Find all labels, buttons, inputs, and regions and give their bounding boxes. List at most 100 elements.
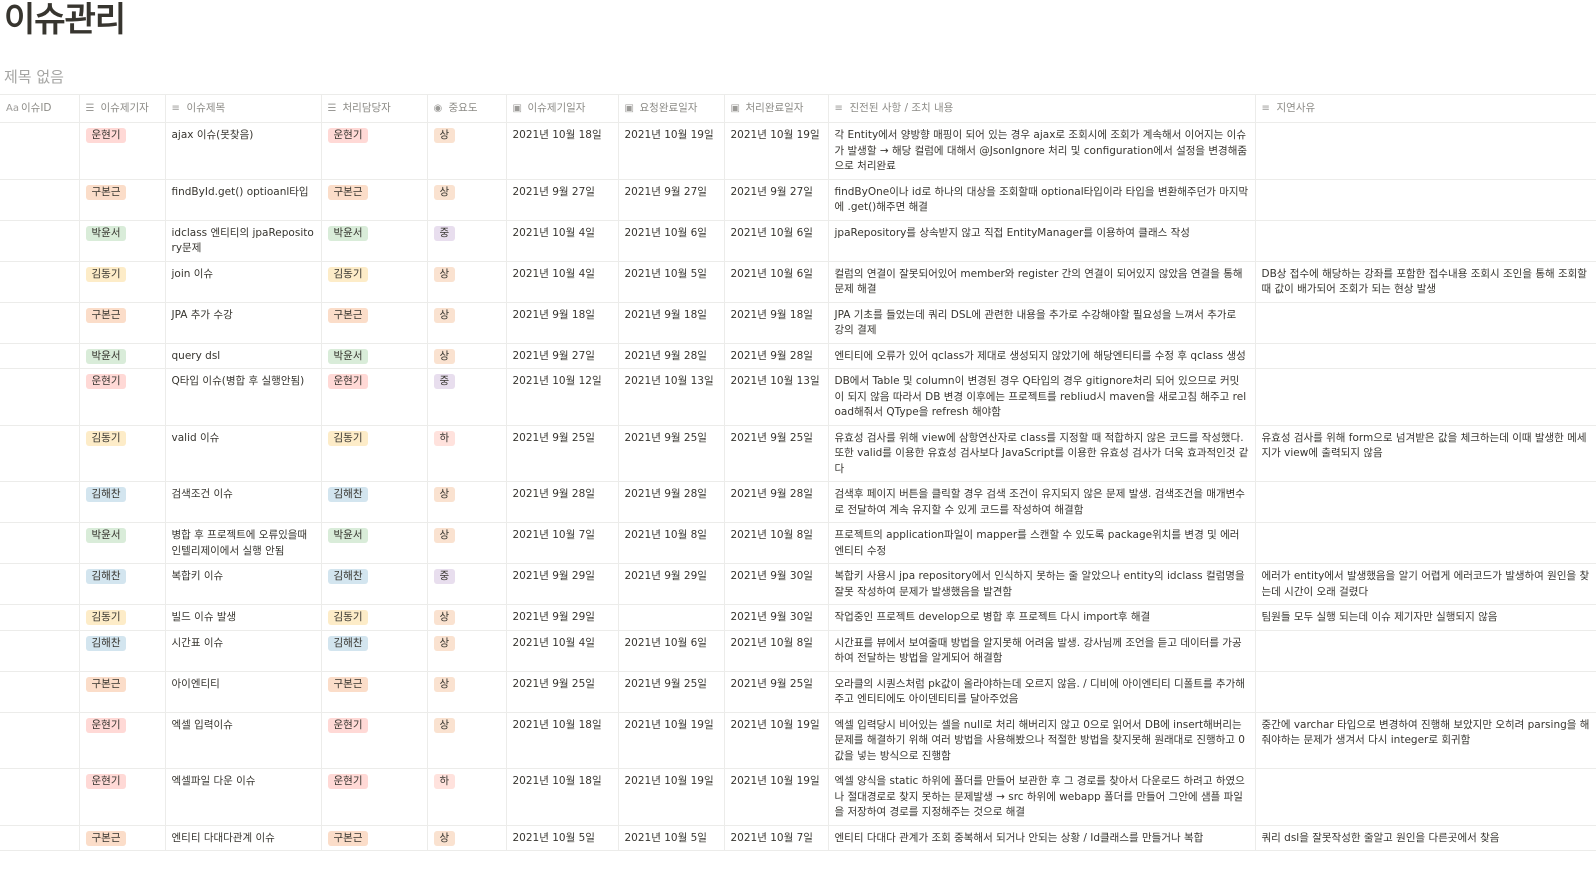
table-row[interactable]: 김동기 빌드 이슈 발생 김동기 상 2021년 9월 29일 2021년 9월 30일 …: [0, 604, 1596, 631]
issue-id-cell[interactable]: [0, 179, 80, 221]
progress-cell[interactable]: jpaRepository를 상속받지 않고 직접 EntityManager를…: [828, 220, 1256, 262]
requested-date-cell[interactable]: 2021년 10월 19일: [618, 122, 725, 180]
table-row[interactable]: 구본근 엔티티 다대다관계 이슈 구본근 상 2021년 10월 5일 2021년 10월…: [0, 825, 1596, 851]
priority-cell[interactable]: 하: [427, 768, 507, 826]
owner-cell[interactable]: 구본근: [321, 825, 428, 851]
delay-reason-cell[interactable]: [1255, 671, 1596, 713]
issue-id-cell[interactable]: [0, 220, 80, 262]
owner-cell[interactable]: 김해찬: [321, 481, 428, 523]
reporter-cell[interactable]: 김해찬: [79, 563, 166, 605]
owner-cell[interactable]: 운현기: [321, 768, 428, 826]
progress-cell[interactable]: 작업중인 프로젝트 develop으로 병합 후 프로젝트 다시 import후…: [828, 604, 1256, 631]
requested-date-cell[interactable]: [618, 604, 725, 631]
column-header-8[interactable]: ≡ 진전된 사항 / 조치 내용: [828, 94, 1256, 123]
reporter-cell[interactable]: 김동기: [79, 261, 166, 303]
issue-id-cell[interactable]: [0, 122, 80, 180]
table-row[interactable]: 박윤서 idclass 엔티티의 jpaRepository문제 박윤서 중 2021년…: [0, 220, 1596, 262]
table-row[interactable]: 운현기 Q타입 이슈(병합 후 실행안됨) 운현기 중 2021년 10월 12일 202…: [0, 368, 1596, 426]
issue-title-cell[interactable]: 검색조건 이슈: [165, 481, 322, 523]
requested-date-cell[interactable]: 2021년 10월 5일: [618, 261, 725, 303]
requested-date-cell[interactable]: 2021년 10월 5일: [618, 825, 725, 851]
priority-cell[interactable]: 상: [427, 604, 507, 631]
priority-cell[interactable]: 하: [427, 425, 507, 482]
progress-cell[interactable]: 엔티티 다대다 관계가 조회 중복해서 되거나 안되는 상황 / Id클래스를 …: [828, 825, 1256, 851]
owner-cell[interactable]: 김동기: [321, 425, 428, 482]
table-row[interactable]: 구본근 JPA 추가 수강 구본근 상 2021년 9월 18일 2021년 9월 18일…: [0, 302, 1596, 344]
priority-cell[interactable]: 상: [427, 712, 507, 769]
requested-date-cell[interactable]: 2021년 10월 19일: [618, 712, 725, 769]
owner-cell[interactable]: 박윤서: [321, 220, 428, 262]
progress-cell[interactable]: 각 Entity에서 양방향 매핑이 되어 있는 경우 ajax로 조회시에 조…: [828, 122, 1256, 180]
requested-date-cell[interactable]: 2021년 9월 25일: [618, 671, 725, 713]
issue-id-cell[interactable]: [0, 522, 80, 564]
reporter-cell[interactable]: 구본근: [79, 825, 166, 851]
table-row[interactable]: 운현기 엑셀 입력이슈 운현기 상 2021년 10월 18일 2021년 10월 19일…: [0, 712, 1596, 769]
column-header-9[interactable]: ≡ 지연사유: [1255, 94, 1596, 123]
priority-cell[interactable]: 상: [427, 522, 507, 564]
priority-cell[interactable]: 중: [427, 220, 507, 262]
table-row[interactable]: 김해찬 시간표 이슈 김해찬 상 2021년 10월 4일 2021년 10월 6일 202…: [0, 630, 1596, 672]
priority-cell[interactable]: 상: [427, 481, 507, 523]
requested-date-cell[interactable]: 2021년 9월 18일: [618, 302, 725, 344]
progress-cell[interactable]: 시간표를 뷰에서 보여줄때 방법을 알지못해 어려움 발생. 강사님께 조언을 …: [828, 630, 1256, 672]
raised-date-cell[interactable]: 2021년 10월 7일: [506, 522, 619, 564]
issue-title-cell[interactable]: 복합키 이슈: [165, 563, 322, 605]
table-row[interactable]: 운현기 엑셀파일 다운 이슈 운현기 하 2021년 10월 18일 2021년 10월 …: [0, 768, 1596, 826]
priority-cell[interactable]: 상: [427, 630, 507, 672]
issue-title-cell[interactable]: join 이슈: [165, 261, 322, 303]
column-header-5[interactable]: ▣ 이슈제기일자: [506, 94, 619, 123]
issue-id-cell[interactable]: [0, 302, 80, 344]
raised-date-cell[interactable]: 2021년 9월 25일: [506, 425, 619, 482]
raised-date-cell[interactable]: 2021년 9월 27일: [506, 179, 619, 221]
owner-cell[interactable]: 김해찬: [321, 563, 428, 605]
completed-date-cell[interactable]: 2021년 9월 28일: [724, 481, 829, 523]
owner-cell[interactable]: 구본근: [321, 179, 428, 221]
owner-cell[interactable]: 운현기: [321, 122, 428, 180]
priority-cell[interactable]: 상: [427, 302, 507, 344]
progress-cell[interactable]: 프로젝트의 application파일이 mapper를 스캔할 수 있도록 p…: [828, 522, 1256, 564]
completed-date-cell[interactable]: 2021년 10월 19일: [724, 712, 829, 769]
issue-id-cell[interactable]: [0, 712, 80, 769]
table-row[interactable]: 김동기 valid 이슈 김동기 하 2021년 9월 25일 2021년 9월 25일 2…: [0, 425, 1596, 482]
raised-date-cell[interactable]: 2021년 9월 27일: [506, 343, 619, 369]
column-header-6[interactable]: ▣ 요청완료일자: [618, 94, 725, 123]
column-header-2[interactable]: ≡ 이슈제목: [165, 94, 322, 123]
completed-date-cell[interactable]: 2021년 10월 6일: [724, 261, 829, 303]
raised-date-cell[interactable]: 2021년 10월 18일: [506, 768, 619, 826]
completed-date-cell[interactable]: 2021년 10월 13일: [724, 368, 829, 426]
reporter-cell[interactable]: 박윤서: [79, 522, 166, 564]
requested-date-cell[interactable]: 2021년 9월 29일: [618, 563, 725, 605]
progress-cell[interactable]: 오라클의 시퀀스처럼 pk값이 올라야하는데 오르지 않음. / 디비에 아이엔…: [828, 671, 1256, 713]
owner-cell[interactable]: 박윤서: [321, 522, 428, 564]
view-title[interactable]: 제목 없음: [4, 66, 64, 88]
raised-date-cell[interactable]: 2021년 9월 29일: [506, 604, 619, 631]
priority-cell[interactable]: 중: [427, 563, 507, 605]
raised-date-cell[interactable]: 2021년 10월 4일: [506, 261, 619, 303]
completed-date-cell[interactable]: 2021년 9월 30일: [724, 563, 829, 605]
owner-cell[interactable]: 김동기: [321, 261, 428, 303]
reporter-cell[interactable]: 운현기: [79, 368, 166, 426]
table-row[interactable]: 박윤서 query dsl 박윤서 상 2021년 9월 27일 2021년 9월 28일…: [0, 343, 1596, 369]
owner-cell[interactable]: 김해찬: [321, 630, 428, 672]
raised-date-cell[interactable]: 2021년 9월 25일: [506, 671, 619, 713]
delay-reason-cell[interactable]: [1255, 368, 1596, 426]
table-row[interactable]: 운현기 ajax 이슈(못찾음) 운현기 상 2021년 10월 18일 2021년 10…: [0, 122, 1596, 180]
completed-date-cell[interactable]: 2021년 9월 27일: [724, 179, 829, 221]
progress-cell[interactable]: DB에서 Table 및 column이 변경된 경우 Q타입의 경우 giti…: [828, 368, 1256, 426]
requested-date-cell[interactable]: 2021년 10월 8일: [618, 522, 725, 564]
raised-date-cell[interactable]: 2021년 10월 12일: [506, 368, 619, 426]
issue-title-cell[interactable]: Q타입 이슈(병합 후 실행안됨): [165, 368, 322, 426]
completed-date-cell[interactable]: 2021년 9월 25일: [724, 671, 829, 713]
column-header-3[interactable]: ☰ 처리담당자: [321, 94, 428, 123]
completed-date-cell[interactable]: 2021년 10월 7일: [724, 825, 829, 851]
raised-date-cell[interactable]: 2021년 9월 18일: [506, 302, 619, 344]
issue-id-cell[interactable]: [0, 343, 80, 369]
delay-reason-cell[interactable]: [1255, 481, 1596, 523]
issue-id-cell[interactable]: [0, 604, 80, 631]
completed-date-cell[interactable]: 2021년 10월 19일: [724, 122, 829, 180]
issue-title-cell[interactable]: JPA 추가 수강: [165, 302, 322, 344]
progress-cell[interactable]: findByOne이나 id로 하나의 대상을 조회할때 optional타입이…: [828, 179, 1256, 221]
issue-id-cell[interactable]: [0, 630, 80, 672]
requested-date-cell[interactable]: 2021년 9월 28일: [618, 481, 725, 523]
completed-date-cell[interactable]: 2021년 9월 30일: [724, 604, 829, 631]
